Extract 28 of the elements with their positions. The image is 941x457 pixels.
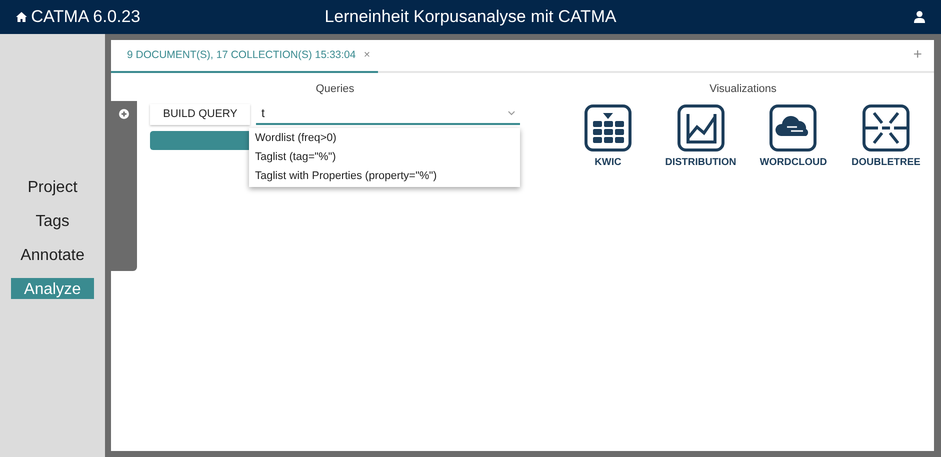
nav-item[interactable]: Analyze (11, 278, 94, 299)
suggestion-item[interactable]: Taglist with Properties (property="%") (249, 166, 520, 186)
line-chart-icon (676, 104, 725, 152)
nav-item[interactable]: Annotate (12, 244, 93, 265)
tab[interactable]: 9 DOCUMENT(S), 17 COLLECTION(S) 15:33:04 × (111, 40, 378, 73)
visualization-label[interactable]: DISTRIBUTION (665, 154, 736, 170)
query-field[interactable]: t (256, 104, 520, 124)
visualizations-heading: Visualizations (709, 82, 777, 97)
add-icon[interactable] (119, 109, 129, 119)
visualization-label[interactable]: KWIC (594, 154, 622, 170)
cloud-icon (769, 104, 818, 152)
visualization-label[interactable]: WORDCLOUD (760, 154, 827, 170)
grid-icon (584, 104, 632, 152)
add-tab-button[interactable]: + (913, 44, 922, 67)
home-icon (16, 12, 27, 22)
build-query-button[interactable]: BUILD QUERY (150, 104, 250, 124)
chevron-down-icon[interactable] (508, 110, 515, 116)
visualization-label[interactable]: DOUBLETREE (852, 154, 920, 170)
suggestion-item[interactable]: Wordlist (freq>0) (249, 128, 520, 148)
nav-item[interactable]: Project (20, 176, 86, 197)
queries-heading: Queries (314, 82, 356, 97)
nav-item[interactable]: Tags (28, 210, 78, 231)
project-title: Lerneinheit Korpusanalyse mit CATMA (324, 6, 616, 28)
user-icon[interactable] (914, 11, 925, 23)
close-button[interactable]: × (364, 47, 370, 64)
suggestion-item[interactable]: Taglist (tag="%") (249, 148, 520, 166)
app-name: CATMA 6.0.23 (31, 6, 140, 28)
branches-icon (862, 104, 910, 152)
